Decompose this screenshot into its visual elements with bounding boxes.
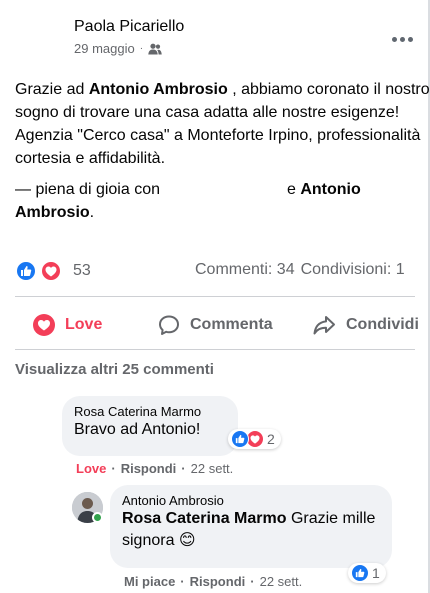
- more-dot-icon: [399, 36, 405, 42]
- reaction-icons[interactable]: [15, 259, 65, 283]
- more-dot-icon: [391, 36, 397, 42]
- friends-icon: [148, 43, 162, 54]
- reply-like-button[interactable]: Mi piace: [124, 574, 175, 589]
- share-arrow-icon: [313, 316, 335, 335]
- separator: ·: [180, 574, 185, 589]
- reply-actions: Mi piace · Rispondi · 22 sett.: [124, 574, 302, 589]
- post-text: Grazie ad Antonio Ambrosio , abbiamo cor…: [15, 78, 430, 170]
- meta-separator: ·: [139, 43, 144, 54]
- reply-reactions[interactable]: 1: [348, 563, 386, 583]
- reply-mention[interactable]: Rosa Caterina Marmo: [122, 510, 287, 527]
- reactions-summary: 53 Commenti: 34 Condivisioni: 1: [15, 259, 430, 283]
- share-button[interactable]: Condividi: [312, 305, 419, 345]
- view-more-comments-link[interactable]: Visualizza altri 25 commenti: [15, 361, 214, 378]
- post-options-button[interactable]: [386, 26, 418, 52]
- divider: [15, 349, 415, 350]
- post-text-prefix: Grazie ad: [15, 81, 89, 98]
- reply-reaction-count: 1: [372, 565, 380, 581]
- comment-love-button[interactable]: Love: [76, 461, 106, 476]
- reply-time[interactable]: 22 sett.: [260, 574, 303, 589]
- comment-reactions[interactable]: 2: [228, 429, 281, 449]
- love-button[interactable]: Love: [33, 305, 102, 345]
- feeling-prefix: — piena di gioia con: [15, 181, 160, 198]
- post-body: Grazie ad Antonio Ambrosio , abbiamo cor…: [15, 78, 430, 224]
- comment-reply-button[interactable]: Rispondi: [121, 461, 177, 476]
- separator: ·: [250, 574, 255, 589]
- share-button-label: Condividi: [346, 316, 419, 333]
- like-icon: [351, 564, 369, 582]
- comment-button-label: Commenta: [190, 316, 273, 333]
- reply-reply-button[interactable]: Rispondi: [190, 574, 246, 589]
- comment-actions: Love · Rispondi · 22 sett.: [76, 461, 233, 476]
- feeling-and: e: [286, 181, 296, 198]
- reply-text: Rosa Caterina Marmo Grazie mille signora…: [122, 508, 380, 552]
- comment-text: Bravo ad Antonio!: [74, 421, 201, 438]
- more-dot-icon: [407, 36, 413, 42]
- post-stats: Commenti: 34 Condivisioni: 1: [195, 261, 411, 279]
- reaction-count[interactable]: 53: [73, 262, 91, 280]
- love-reaction-icon: [33, 314, 55, 336]
- post-action-bar: Love Commenta Condividi: [0, 305, 430, 345]
- separator: ·: [181, 461, 186, 476]
- comment-author[interactable]: Rosa Caterina Marmo: [74, 404, 226, 419]
- like-icon: [231, 430, 249, 448]
- comment-reaction-count: 2: [267, 431, 275, 447]
- reply-author[interactable]: Antonio Ambrosio: [122, 493, 380, 508]
- love-icon: [40, 260, 62, 282]
- post-mention[interactable]: Antonio Ambrosio: [89, 81, 228, 98]
- post-date[interactable]: 29 maggio: [74, 41, 135, 56]
- love-button-label: Love: [65, 316, 103, 333]
- divider: [15, 296, 415, 297]
- post-author-name[interactable]: Paola Picariello: [74, 18, 184, 36]
- post-header: Paola Picariello 29 maggio ·: [74, 18, 184, 56]
- post-meta: 29 maggio ·: [74, 41, 184, 56]
- comment-time[interactable]: 22 sett.: [191, 461, 234, 476]
- comment-button[interactable]: Commenta: [158, 305, 273, 345]
- separator: ·: [111, 461, 116, 476]
- comments-count-link[interactable]: Commenti: 34: [195, 261, 295, 278]
- comment-bubble: Rosa Caterina Marmo Bravo ad Antonio!: [62, 396, 238, 456]
- post-feeling: — piena di gioia con e Antonio Ambrosio.: [15, 178, 430, 224]
- like-icon: [15, 260, 37, 282]
- feeling-end: .: [89, 204, 95, 221]
- shares-count-link[interactable]: Condivisioni: 1: [301, 261, 405, 278]
- comment-icon: [159, 315, 179, 335]
- online-status-indicator: [92, 512, 103, 523]
- reply-bubble: Antonio Ambrosio Rosa Caterina Marmo Gra…: [110, 485, 392, 568]
